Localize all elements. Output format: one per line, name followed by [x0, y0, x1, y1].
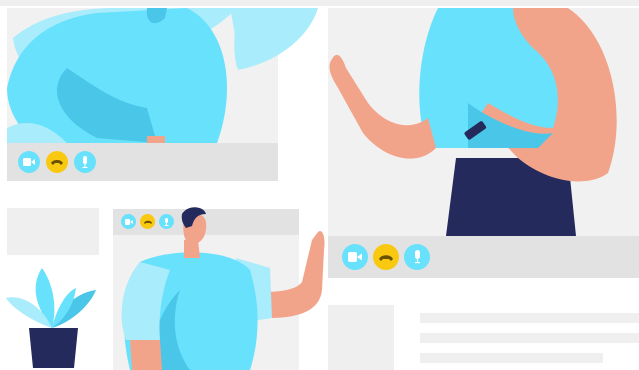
video-tile-main	[328, 8, 639, 278]
phone-hangup-icon[interactable]	[373, 244, 399, 270]
text-line-placeholder	[420, 353, 603, 363]
thumbnail-placeholder	[328, 305, 394, 370]
participant-figure-waving	[121, 207, 325, 370]
text-line-placeholder	[420, 313, 639, 323]
video-camera-icon[interactable]	[342, 244, 368, 270]
microphone-icon[interactable]	[404, 244, 430, 270]
call-controls-bar-main	[328, 236, 639, 278]
participant-figure-main	[329, 8, 617, 236]
text-line-placeholder	[420, 333, 639, 343]
